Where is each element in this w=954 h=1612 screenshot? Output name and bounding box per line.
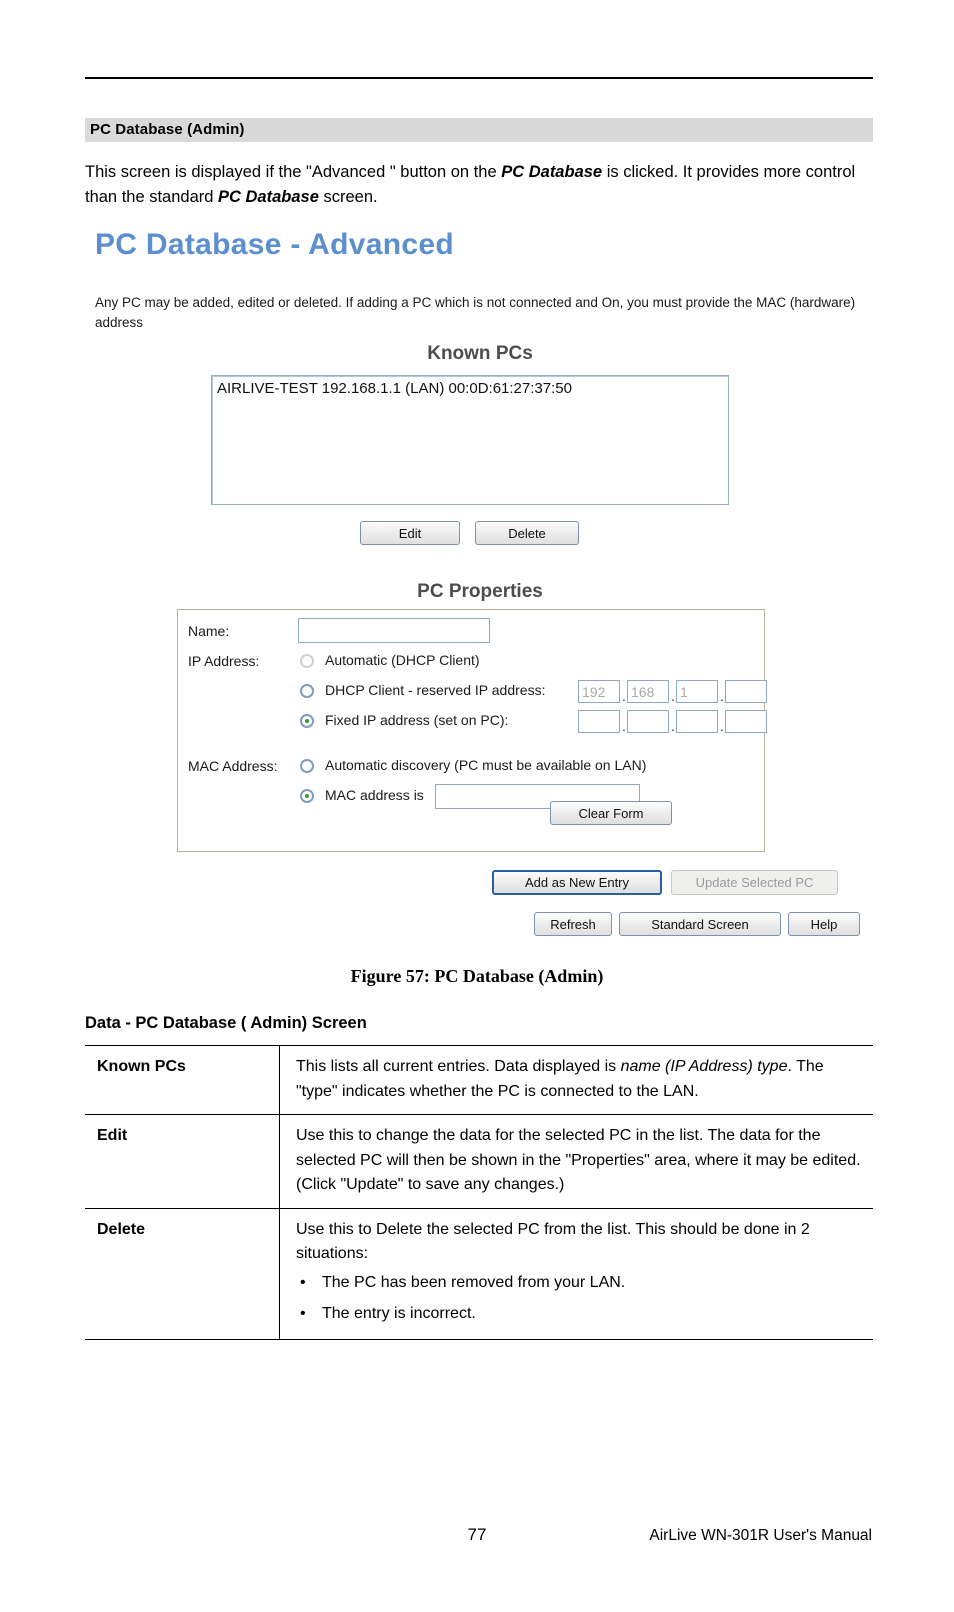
mac-automatic-label: Automatic discovery (PC must be availabl…	[325, 757, 647, 773]
fixed-ip-dot-3: .	[720, 718, 724, 734]
list-item: The PC has been removed from your LAN.	[300, 1267, 863, 1298]
fixed-ip-dot-2: .	[671, 718, 675, 734]
screen-description: Any PC may be added, edited or deleted. …	[95, 295, 856, 330]
figure-caption: Figure 57: PC Database (Admin)	[350, 966, 604, 986]
ip-automatic-label: Automatic (DHCP Client)	[325, 652, 480, 668]
fixed-ip-octet-4[interactable]	[725, 710, 767, 733]
data-table: Known PCs This lists all current entries…	[85, 1045, 873, 1340]
edit-button[interactable]: Edit	[360, 521, 460, 545]
table-row-value: This lists all current entries. Data dis…	[279, 1045, 873, 1115]
pc-properties-panel: Name: IP Address: Automatic (DHCP Client…	[177, 609, 767, 852]
delete-button[interactable]: Delete	[475, 521, 579, 545]
dhcp-ip-octet-3[interactable]: 1	[676, 680, 718, 703]
mac-automatic-radio[interactable]	[300, 759, 314, 773]
fixed-ip-octet-1[interactable]	[578, 710, 620, 733]
intro-text-3: screen.	[318, 188, 378, 206]
dhcp-ip-octet-1[interactable]: 192	[578, 680, 620, 703]
intro-paragraph: This screen is displayed if the "Advance…	[85, 160, 875, 210]
known-pcs-desc-1: This lists all current entries. Data dis…	[296, 1058, 621, 1075]
ip-dhcp-reserved-radio[interactable]	[300, 684, 314, 698]
pc-properties-heading: PC Properties	[417, 581, 543, 602]
header-rule	[85, 77, 873, 79]
list-item: The entry is incorrect.	[300, 1298, 863, 1329]
refresh-button[interactable]: Refresh	[534, 912, 612, 936]
mac-manual-radio[interactable]	[300, 789, 314, 803]
name-input[interactable]	[298, 618, 490, 643]
intro-emphasis-2: PC Database	[218, 188, 319, 206]
ip-fixed-label: Fixed IP address (set on PC):	[325, 712, 509, 728]
table-row: Edit Use this to change the data for the…	[85, 1114, 873, 1208]
known-pcs-desc-em: name (IP Address) type	[620, 1058, 788, 1075]
intro-text-1: This screen is displayed if the "Advance…	[85, 163, 502, 181]
list-item[interactable]: AIRLIVE-TEST 192.168.1.1 (LAN) 00:0D:61:…	[217, 380, 572, 397]
update-selected-pc-button: Update Selected PC	[671, 870, 838, 895]
router-ui-screenshot: PC Database - Advanced Any PC may be add…	[85, 218, 875, 958]
intro-emphasis-1: PC Database	[501, 163, 603, 181]
table-row-key: Edit	[85, 1114, 280, 1208]
dhcp-ip-dot-1: .	[622, 688, 626, 704]
dhcp-ip-octet-4[interactable]	[725, 680, 767, 703]
fixed-ip-octet-3[interactable]	[676, 710, 718, 733]
delete-bullet-list: The PC has been removed from your LAN. T…	[296, 1267, 863, 1329]
clear-form-button[interactable]: Clear Form	[550, 801, 672, 825]
fixed-ip-octet-2[interactable]	[627, 710, 669, 733]
dhcp-ip-dot-2: .	[671, 688, 675, 704]
screen-title: PC Database - Advanced	[95, 228, 454, 261]
table-row: Delete Use this to Delete the selected P…	[85, 1207, 873, 1340]
dhcp-ip-dot-3: .	[720, 688, 724, 704]
help-button[interactable]: Help	[788, 912, 860, 936]
dhcp-ip-octet-2[interactable]: 168	[627, 680, 669, 703]
table-row-value: Use this to change the data for the sele…	[279, 1114, 873, 1208]
name-label: Name:	[188, 623, 230, 639]
table-row-key: Delete	[85, 1207, 280, 1340]
section-heading-band: PC Database (Admin)	[85, 118, 873, 142]
footer-manual-title: AirLive WN-301R User's Manual	[649, 1527, 872, 1544]
known-pcs-listbox[interactable]: AIRLIVE-TEST 192.168.1.1 (LAN) 00:0D:61:…	[211, 375, 729, 505]
ip-automatic-radio[interactable]	[300, 654, 314, 668]
data-table-title: Data - PC Database ( Admin) Screen	[85, 1014, 367, 1032]
delete-desc-text: Use this to Delete the selected PC from …	[296, 1220, 810, 1263]
ip-dhcp-reserved-label: DHCP Client - reserved IP address:	[325, 682, 546, 698]
table-row: Known PCs This lists all current entries…	[85, 1045, 873, 1115]
table-row-key: Known PCs	[85, 1045, 280, 1115]
standard-screen-button[interactable]: Standard Screen	[619, 912, 781, 936]
mac-manual-label: MAC address is	[325, 787, 424, 803]
manual-page: PC Database (Admin) This screen is displ…	[0, 0, 954, 1612]
section-heading-text: PC Database (Admin)	[90, 121, 245, 138]
ip-address-label: IP Address:	[188, 653, 260, 669]
mac-address-label: MAC Address:	[188, 758, 278, 774]
add-as-new-entry-button[interactable]: Add as New Entry	[492, 870, 662, 895]
table-row-value: Use this to Delete the selected PC from …	[279, 1207, 873, 1340]
ip-fixed-radio[interactable]	[300, 714, 314, 728]
known-pcs-heading: Known PCs	[427, 343, 533, 364]
fixed-ip-dot-1: .	[622, 718, 626, 734]
